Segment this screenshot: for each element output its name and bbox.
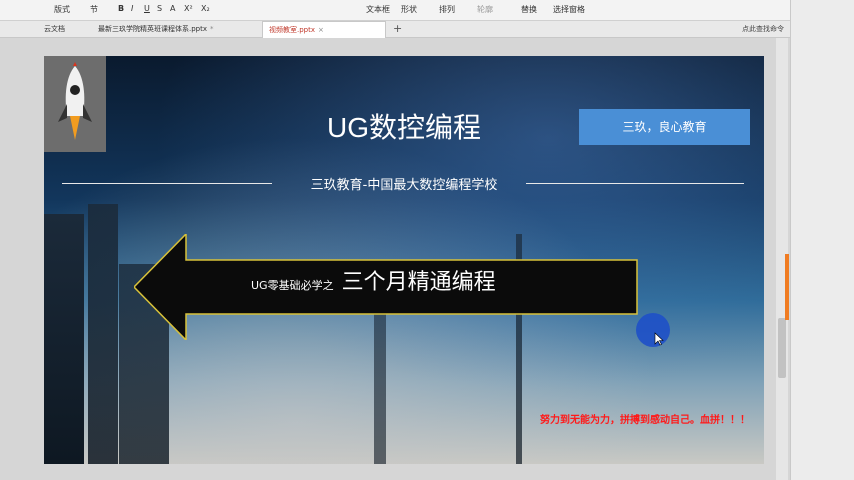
tab-label: 云文档 bbox=[44, 25, 65, 33]
tab-cloud-docs[interactable]: 云文档 bbox=[38, 21, 71, 37]
document-tab-bar: 云文档 最新三玖学院精英班课程体系.pptx * 视频教室.pptx × + 点此查… bbox=[0, 21, 790, 38]
arrange-menu[interactable]: 排列 bbox=[439, 4, 455, 15]
command-search[interactable]: 点此查找命令 bbox=[742, 25, 784, 33]
slide-canvas[interactable]: UG数控编程 三玖，良心教育 三玖教育-中国最大数控编程学校 UG零基础必学之三… bbox=[44, 56, 764, 464]
arrow-small-text: UG零基础必学之 bbox=[251, 279, 334, 292]
replace-menu[interactable]: 替换 bbox=[521, 4, 537, 15]
arrow-text[interactable]: UG零基础必学之 三个月精通编程 bbox=[251, 264, 496, 296]
slide-subtitle[interactable]: 三玖教育-中国最大数控编程学校 bbox=[44, 174, 764, 193]
section-menu[interactable]: 节 bbox=[90, 4, 98, 15]
right-tools: 点此查找命令 bbox=[736, 21, 784, 37]
city-skyline bbox=[88, 204, 118, 464]
selection-pane-button[interactable]: 选择窗格 bbox=[553, 4, 585, 15]
tab-course-system[interactable]: 最新三玖学院精英班课程体系.pptx * bbox=[92, 21, 220, 37]
mouse-pointer-icon bbox=[654, 332, 664, 346]
layout-menu[interactable]: 版式 bbox=[54, 4, 70, 15]
subscript-button[interactable]: X₂ bbox=[201, 4, 210, 13]
strike-button[interactable]: S bbox=[157, 4, 162, 13]
close-icon[interactable]: × bbox=[318, 26, 324, 34]
tab-label: 视频教室.pptx bbox=[269, 26, 315, 34]
font-color-button[interactable]: A bbox=[170, 4, 175, 13]
unsaved-marker: * bbox=[210, 25, 214, 33]
italic-button[interactable]: I bbox=[131, 4, 133, 13]
motto-text[interactable]: 努力到无能为力，拼搏到感动自己。血拼！！！ bbox=[540, 411, 750, 426]
side-indicator bbox=[785, 254, 789, 320]
city-skyline bbox=[44, 214, 84, 464]
superscript-button[interactable]: X² bbox=[184, 4, 193, 13]
subtitle-text: 三玖教育-中国最大数控编程学校 bbox=[310, 178, 498, 193]
arrow-big-text: 三个月精通编程 bbox=[341, 270, 496, 295]
slogan-badge[interactable]: 三玖，良心教育 bbox=[579, 109, 750, 145]
outline-menu[interactable]: 轮廓 bbox=[477, 4, 493, 15]
scrollbar-thumb[interactable] bbox=[778, 318, 786, 378]
underline-button[interactable]: U bbox=[144, 4, 150, 13]
textbox-menu[interactable]: 文本框 bbox=[366, 4, 390, 15]
cursor-highlight bbox=[636, 313, 670, 347]
task-pane bbox=[790, 0, 854, 480]
tab-label: 最新三玖学院精英班课程体系.pptx bbox=[98, 25, 207, 33]
bold-button[interactable]: B bbox=[118, 4, 124, 13]
tab-video-classroom[interactable]: 视频教室.pptx × bbox=[262, 21, 386, 38]
new-tab-icon[interactable]: + bbox=[393, 21, 402, 37]
shape-menu[interactable]: 形状 bbox=[401, 4, 417, 15]
ribbon-toolbar: 版式 节 B I U S A X² X₂ 文本框 形状 排列 轮廓 替换 选择窗… bbox=[0, 0, 854, 21]
